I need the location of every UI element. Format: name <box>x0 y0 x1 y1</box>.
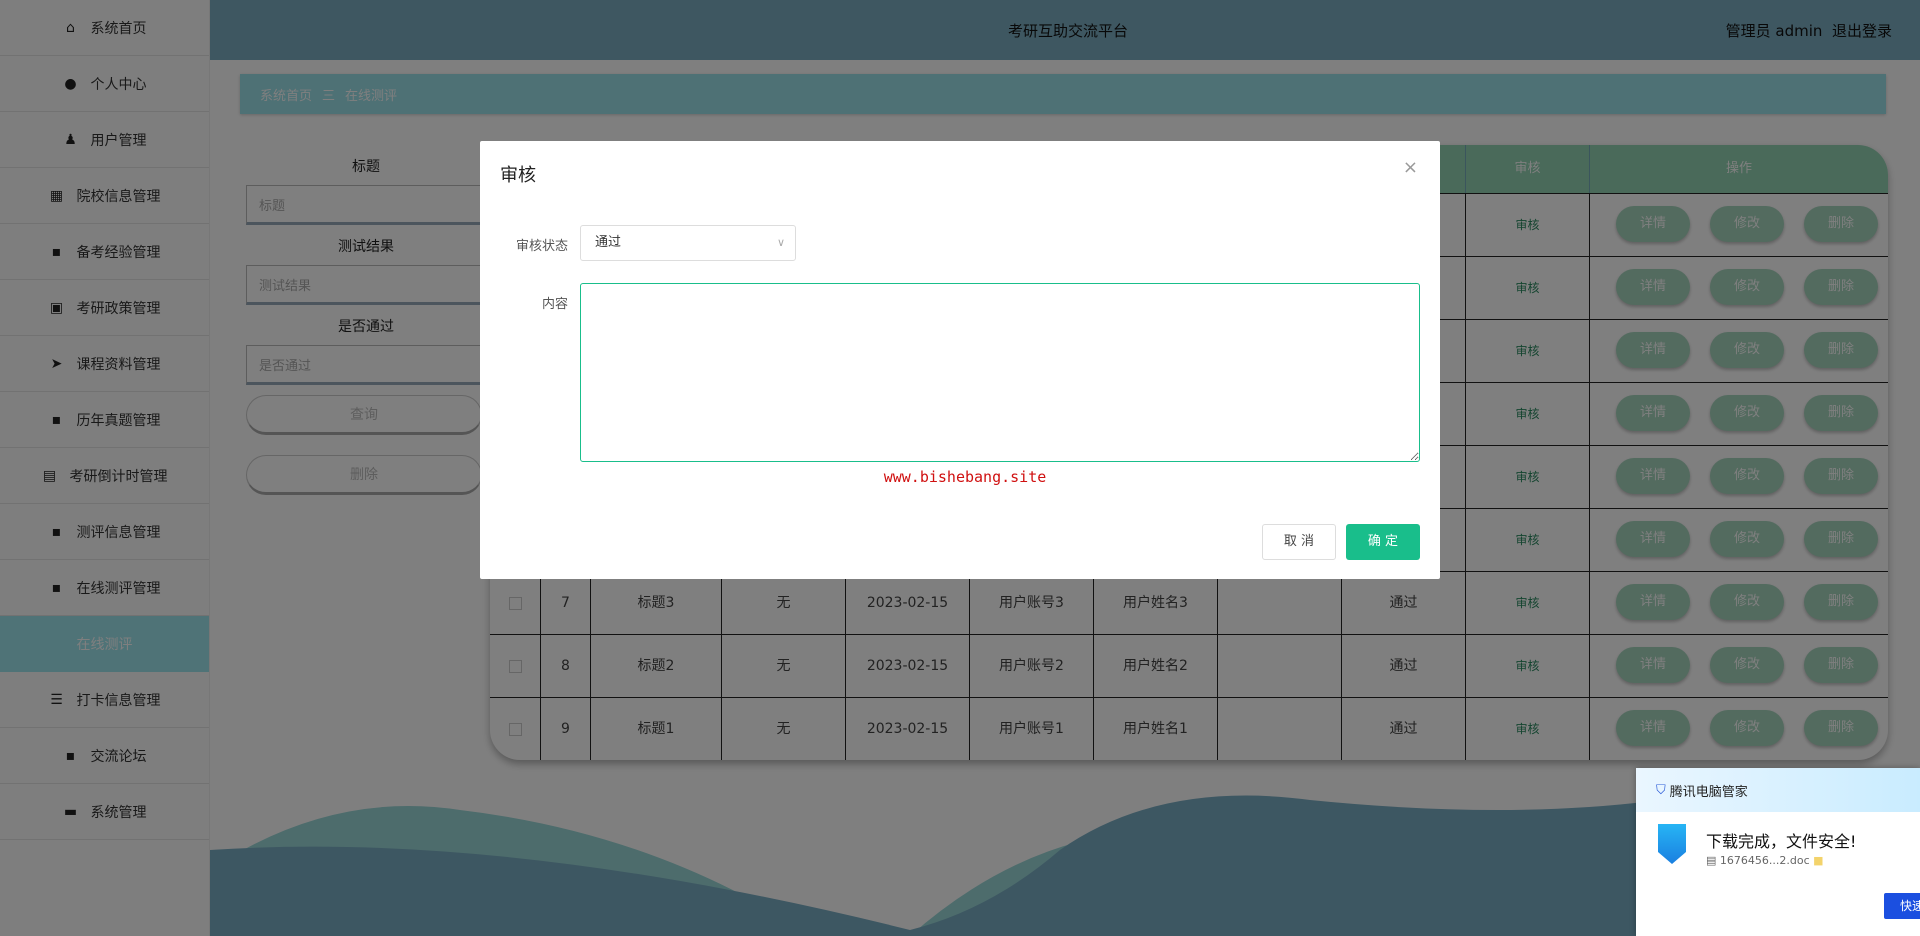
watermark: www.bishebang.site <box>883 468 1047 486</box>
close-icon[interactable]: × <box>1403 157 1418 178</box>
shield-icon: ⛉ <box>1656 782 1666 798</box>
status-value: 通过 <box>595 235 622 250</box>
content-label: 内容 <box>541 297 568 312</box>
popup-brand: 腾讯电脑管家 <box>1669 784 1748 800</box>
download-notification: ⛉ 腾讯电脑管家 下载完成，文件安全! ▤ 1676456...2.doc ■ 快… <box>1636 768 1920 936</box>
cancel-button[interactable]: 取 消 <box>1262 524 1336 560</box>
popup-file[interactable]: ▤ 1676456...2.doc ■ <box>1706 854 1824 867</box>
chevron-down-icon: ∨ <box>776 236 785 249</box>
safe-shield-icon <box>1658 824 1686 864</box>
dialog-title: 审核 <box>500 165 536 186</box>
quick-button[interactable]: 快速 <box>1884 893 1920 919</box>
doc-icon: ▤ <box>1706 854 1720 867</box>
confirm-button[interactable]: 确 定 <box>1346 524 1420 560</box>
status-select[interactable]: 通过 ∨ <box>580 225 796 261</box>
popup-message: 下载完成，文件安全! <box>1706 832 1857 851</box>
folder-icon[interactable]: ■ <box>1810 854 1823 867</box>
status-label: 审核状态 <box>515 239 568 254</box>
audit-dialog: 审核 × 审核状态 通过 ∨ 内容 www.bishebang.site 取 消 … <box>480 141 1440 579</box>
content-textarea[interactable] <box>580 283 1420 462</box>
